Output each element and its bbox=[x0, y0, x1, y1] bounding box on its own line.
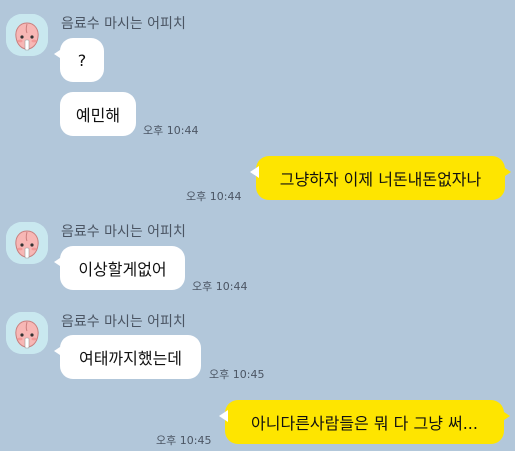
message-text: 예민해 bbox=[75, 106, 121, 125]
message-time: 오후 10:44 bbox=[192, 280, 248, 293]
sender-avatar[interactable] bbox=[6, 312, 48, 354]
apeach-profile-icon bbox=[6, 312, 48, 354]
message-time: 오후 10:45 bbox=[209, 368, 265, 381]
message-text: 아니다른사람들은 뭐 다 그냥 써... bbox=[251, 414, 478, 433]
message-text: 여태까지했는데 bbox=[78, 349, 183, 368]
message-bubble[interactable]: 그냥하자 이제 너돈내돈없자나 bbox=[250, 156, 511, 200]
sender-name: 음료수 마시는 어피치 bbox=[61, 314, 186, 330]
sender-avatar[interactable] bbox=[6, 222, 48, 264]
message-bubble[interactable]: 아니다른사람들은 뭐 다 그냥 써... bbox=[219, 400, 510, 444]
message-bubble[interactable]: 예민해 bbox=[60, 92, 136, 136]
sender-avatar[interactable] bbox=[6, 14, 48, 56]
message-bubble[interactable]: ? bbox=[54, 38, 104, 82]
message-bubble[interactable]: 여태까지했는데 bbox=[54, 335, 201, 379]
apeach-profile-icon bbox=[6, 222, 48, 264]
message-time: 오후 10:44 bbox=[143, 124, 199, 137]
message-text: ? bbox=[77, 50, 87, 70]
message-bubble[interactable]: 이상할게없어 bbox=[54, 246, 185, 290]
sender-name: 음료수 마시는 어피치 bbox=[61, 224, 186, 240]
message-time: 오후 10:44 bbox=[186, 190, 242, 203]
message-text: 그냥하자 이제 너돈내돈없자나 bbox=[279, 170, 482, 189]
apeach-profile-icon bbox=[6, 14, 48, 56]
message-time: 오후 10:45 bbox=[156, 434, 212, 447]
message-text: 이상할게없어 bbox=[78, 260, 167, 279]
sender-name: 음료수 마시는 어피치 bbox=[61, 16, 186, 32]
